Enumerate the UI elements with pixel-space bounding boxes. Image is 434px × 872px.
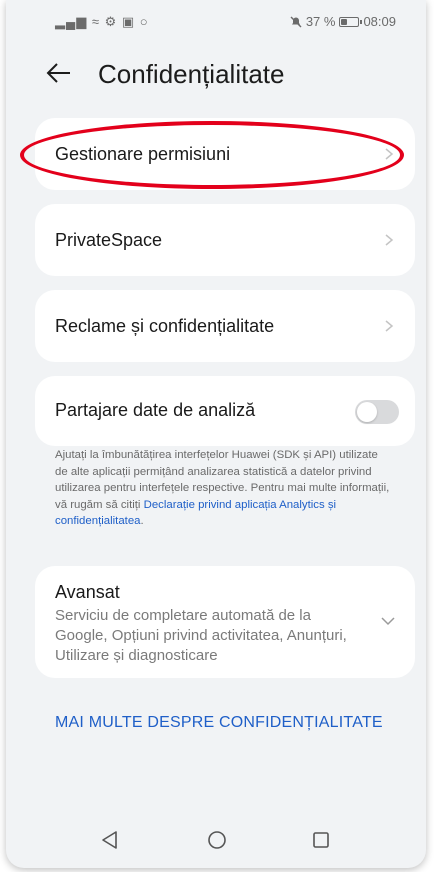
status-right: 37 % 08:09 [290,14,396,29]
back-triangle-icon[interactable] [98,828,122,852]
battery-fill [341,18,348,25]
mute-icon [290,16,302,27]
chevron-right-icon [385,234,394,246]
navigation-bar [6,822,426,862]
battery-icon [339,16,363,27]
clock: 08:09 [363,14,396,29]
advanced-item[interactable]: Avansat Serviciu de completare automată … [35,566,415,678]
ads-privacy-label: Reclame și confidențialitate [55,316,275,336]
analytics-share-label: Partajare date de analiză [55,400,256,420]
back-arrow-icon[interactable] [44,58,74,88]
page-title: Confidențialitate [98,59,285,89]
advanced-title: Avansat [55,582,120,602]
private-space-item[interactable]: PrivateSpace [35,204,415,276]
analytics-share-item: Partajare date de analiză [35,376,415,446]
header: Confidențialitate [6,52,426,100]
permissions-label: Gestionare permisiuni [55,144,231,164]
description-end: . [140,515,144,527]
recents-square-icon[interactable] [309,828,333,852]
status-icons: ▂▄▆ ≈ ⚙ ▣ ○ [55,14,149,29]
advanced-subtitle: Serviciu de completare automată de la Go… [55,607,347,664]
ads-privacy-item[interactable]: Reclame și confidențialitate [35,290,415,362]
private-space-label: PrivateSpace [55,230,163,250]
home-circle-icon[interactable] [205,828,229,852]
analytics-description: Ajutați la îmbunătățirea interfețelor Hu… [55,447,390,530]
chevron-down-icon [381,617,395,626]
toggle-knob [357,402,377,422]
more-privacy-link[interactable]: MAI MULTE DESPRE CONFIDENȚIALITATE [55,714,383,732]
status-bar: ▂▄▆ ≈ ⚙ ▣ ○ 37 % 08:09 [6,0,426,44]
analytics-toggle[interactable] [355,400,399,424]
battery-text: 37 % [305,14,336,29]
phone-screen: ▂▄▆ ≈ ⚙ ▣ ○ 37 % 08:09 Confidențialitate… [6,0,426,868]
chevron-right-icon [385,320,394,332]
permissions-item[interactable]: Gestionare permisiuni [35,118,415,190]
chevron-right-icon [385,148,394,160]
